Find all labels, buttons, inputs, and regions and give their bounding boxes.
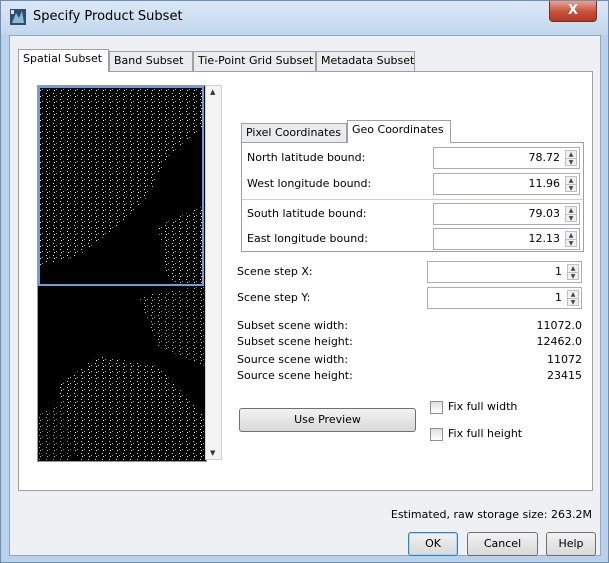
source-scene-height-value: 23415	[547, 369, 582, 382]
app-icon	[10, 9, 26, 25]
west-longitude-value: 11.96	[528, 177, 561, 190]
spinner-down-icon[interactable]: ▼	[566, 214, 576, 222]
subset-scene-height-value: 12462.0	[536, 335, 583, 348]
north-latitude-value: 78.72	[528, 151, 561, 164]
tab-metadata-subset[interactable]: Metadata Subset	[316, 51, 415, 71]
help-button[interactable]: Help	[546, 532, 596, 556]
scene-step-x-label: Scene step X:	[237, 265, 313, 278]
divider	[242, 199, 583, 200]
scroll-down-icon[interactable]: ▼	[210, 449, 215, 457]
scene-step-y-spinner[interactable]: 1 ▲ ▼	[427, 287, 582, 309]
tab-pixel-coordinates[interactable]: Pixel Coordinates	[241, 123, 347, 142]
spinner-down-icon[interactable]: ▼	[568, 272, 578, 280]
east-longitude-value: 12.13	[528, 232, 561, 245]
fix-full-height-checkbox[interactable]	[430, 428, 443, 441]
spinner-up-icon[interactable]: ▲	[566, 232, 576, 239]
scene-step-y-label: Scene step Y:	[237, 291, 311, 304]
tab-geo-coordinates[interactable]: Geo Coordinates	[347, 120, 451, 143]
scene-step-y-value: 1	[555, 291, 562, 304]
preview-image[interactable]	[37, 85, 207, 462]
close-icon: X	[567, 3, 579, 18]
dialog-client: Spatial Subset Band Subset Tie-Point Gri…	[9, 35, 601, 556]
spinner-up-icon[interactable]: ▲	[566, 177, 576, 184]
spinner-down-icon[interactable]: ▼	[566, 184, 576, 192]
subset-scene-width-label: Subset scene width:	[237, 319, 349, 332]
fix-full-height-label: Fix full height	[448, 427, 523, 440]
cancel-button[interactable]: Cancel	[467, 532, 538, 556]
preview-selection-box[interactable]	[38, 86, 204, 286]
spinner-up-icon[interactable]: ▲	[566, 151, 576, 158]
spinner-up-icon[interactable]: ▲	[568, 291, 578, 298]
scene-step-x-spinner[interactable]: 1 ▲ ▼	[427, 261, 582, 283]
spinner-down-icon[interactable]: ▼	[566, 239, 576, 247]
subset-scene-width-value: 11072.0	[536, 319, 583, 332]
north-latitude-label: North latitude bound:	[247, 151, 366, 164]
geo-coordinates-panel: North latitude bound: 78.72 ▲ ▼ West long…	[241, 142, 584, 252]
east-longitude-label: East longitude bound:	[247, 232, 368, 245]
window-title: Specify Product Subset	[33, 9, 183, 24]
fix-full-width-label: Fix full width	[448, 400, 518, 413]
close-button[interactable]: X	[549, 1, 597, 22]
fix-full-width-checkbox[interactable]	[430, 401, 443, 414]
estimated-storage-size: Estimated, raw storage size: 263.2M	[390, 508, 592, 521]
source-scene-height-label: Source scene height:	[237, 369, 353, 382]
spinner-up-icon[interactable]: ▲	[566, 207, 576, 214]
south-latitude-label: South latitude bound:	[247, 207, 367, 220]
east-longitude-spinner[interactable]: 12.13 ▲ ▼	[433, 228, 580, 250]
north-latitude-spinner[interactable]: 78.72 ▲ ▼	[433, 147, 580, 169]
source-scene-width-label: Source scene width:	[237, 353, 349, 366]
source-scene-width-value: 11072	[547, 353, 582, 366]
tab-tie-point-grid-subset[interactable]: Tie-Point Grid Subset	[193, 51, 316, 71]
spinner-down-icon[interactable]: ▼	[568, 298, 578, 306]
title-bar: Specify Product Subset X	[1, 1, 608, 35]
west-longitude-spinner[interactable]: 11.96 ▲ ▼	[433, 173, 580, 195]
use-preview-button[interactable]: Use Preview	[239, 408, 416, 432]
scene-step-x-value: 1	[555, 265, 562, 278]
spatial-subset-panel: ▲ ▼ Pixel Coordinates Geo Coordinates No…	[18, 71, 593, 491]
tab-band-subset[interactable]: Band Subset	[109, 51, 193, 71]
dialog-window: Specify Product Subset X Spatial Subset …	[0, 0, 609, 563]
south-latitude-spinner[interactable]: 79.03 ▲ ▼	[433, 203, 580, 225]
ok-button[interactable]: OK	[408, 532, 458, 556]
preview-scrollbar[interactable]: ▲ ▼	[205, 85, 222, 460]
spinner-down-icon[interactable]: ▼	[566, 158, 576, 166]
tab-spatial-subset[interactable]: Spatial Subset	[18, 49, 109, 72]
scroll-up-icon[interactable]: ▲	[210, 88, 215, 96]
west-longitude-label: West longitude bound:	[247, 177, 372, 190]
spinner-up-icon[interactable]: ▲	[568, 265, 578, 272]
south-latitude-value: 79.03	[528, 207, 561, 220]
subset-scene-height-label: Subset scene height:	[237, 335, 353, 348]
